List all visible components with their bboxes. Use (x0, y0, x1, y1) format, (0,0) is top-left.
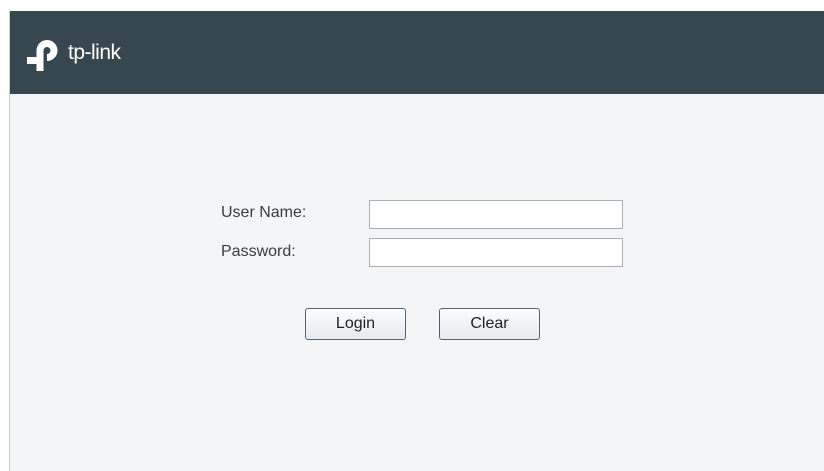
username-input[interactable] (369, 200, 623, 229)
login-button[interactable]: Login (305, 308, 406, 340)
login-form: User Name: Password: Login Clear (10, 11, 824, 471)
login-page: tp-link User Name: Password: Login Clear (9, 11, 824, 471)
password-label: Password: (221, 243, 296, 260)
clear-button[interactable]: Clear (439, 308, 540, 340)
username-label: User Name: (221, 204, 307, 221)
password-input[interactable] (369, 238, 623, 267)
